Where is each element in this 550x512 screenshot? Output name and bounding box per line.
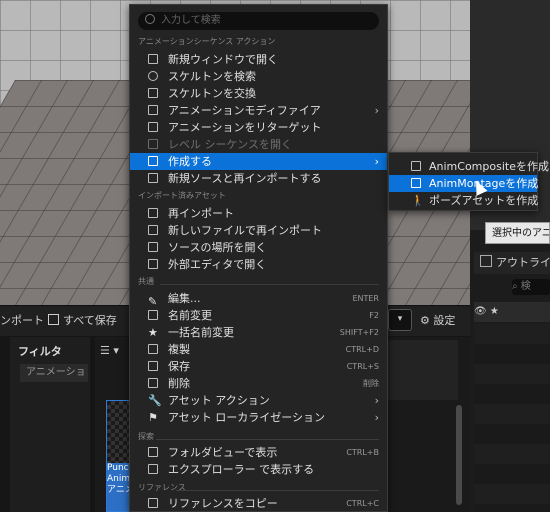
modifier-icon: [148, 105, 158, 115]
outliner-tab[interactable]: アウトライナ: [474, 252, 550, 274]
left-strip: [0, 337, 10, 512]
explorer-icon: [148, 464, 158, 474]
section-common: 共通: [138, 277, 154, 286]
reimport-icon: [148, 173, 158, 183]
divider: [160, 284, 379, 285]
settings-button[interactable]: ⚙ 設定: [420, 312, 455, 328]
folder-icon: [148, 242, 158, 252]
scrollbar[interactable]: [456, 405, 462, 505]
save-icon: [48, 314, 59, 325]
pose-icon: 🚶: [411, 194, 425, 207]
level-sequence-icon: [148, 139, 158, 149]
menu-reimport-new-file[interactable]: 新しいファイルで再インポート: [130, 222, 387, 239]
outliner-icon: [480, 255, 492, 267]
outliner-rows: [474, 324, 550, 512]
asset-tile-faded[interactable]: [388, 340, 458, 400]
window-icon: [148, 54, 158, 64]
menu-replace-skeleton[interactable]: スケルトンを交換: [130, 85, 387, 102]
trash-icon: [148, 378, 158, 388]
create-icon: [148, 156, 158, 166]
menu-create[interactable]: 作成する ›: [130, 153, 387, 170]
asset-context-menu: 入力して検索 アニメーションシーケンス アクション 新規ウィンドウで開く スケル…: [129, 4, 388, 512]
chevron-right-icon: ›: [374, 104, 379, 117]
submenu-anim-composite[interactable]: AnimCompositeを作成: [389, 158, 549, 175]
chevron-right-icon: ›: [374, 394, 379, 407]
flag-icon: ⚑: [148, 411, 158, 424]
menu-edit[interactable]: ✎ 編集... ENTER: [130, 290, 387, 308]
anim-montage-icon: [411, 178, 421, 188]
duplicate-icon: [148, 344, 158, 354]
menu-copy-reference[interactable]: リファレンスをコピー CTRL+C: [130, 495, 387, 512]
skeleton-icon: [148, 88, 158, 98]
external-editor-icon: [148, 259, 158, 269]
anim-composite-icon: [411, 161, 421, 171]
menu-show-in-folder-view[interactable]: フォルダビューで表示 CTRL+B: [130, 444, 387, 461]
chevron-right-icon: ›: [374, 155, 379, 168]
menu-asset-localization[interactable]: ⚑ アセット ローカライゼーション ›: [130, 409, 387, 426]
skeleton-search-icon: [148, 71, 158, 81]
star-icon: ★: [148, 326, 158, 339]
rename-icon: [148, 310, 158, 320]
create-submenu: AnimCompositeを作成 AnimMontageを作成 🚶 ポーズアセット…: [388, 152, 549, 211]
menu-asset-actions[interactable]: 🔧 アセット アクション ›: [130, 392, 387, 409]
submenu-pose-asset[interactable]: 🚶 ポーズアセットを作成: [389, 192, 538, 209]
outliner-search-input[interactable]: ⌕ 検: [512, 279, 550, 295]
menu-open-new-window[interactable]: 新規ウィンドウで開く: [130, 51, 387, 68]
menu-find-skeleton[interactable]: スケルトンを検索: [130, 68, 387, 85]
menu-open-level-sequence: レベル シーケンスを開く: [130, 136, 387, 153]
pencil-icon: ✎: [148, 295, 158, 308]
section-explore: 探索: [138, 432, 154, 441]
menu-open-source-location[interactable]: ソースの場所を開く: [130, 239, 387, 256]
menu-reimport-new-source[interactable]: 新規ソースと再インポートする: [130, 170, 387, 187]
retarget-icon: [148, 122, 158, 132]
menu-duplicate[interactable]: 複製 CTRL+D: [130, 341, 387, 358]
divider: [176, 490, 379, 491]
gear-icon: ⚙: [420, 314, 434, 327]
copy-icon: [148, 498, 158, 508]
divider: [156, 439, 379, 440]
import-button[interactable]: ンポート: [0, 312, 44, 328]
save-icon: [148, 361, 158, 371]
menu-search-input[interactable]: 入力して検索: [138, 12, 379, 30]
submenu-anim-montage[interactable]: AnimMontageを作成: [389, 175, 538, 192]
chevron-down-icon: ▾: [397, 314, 403, 324]
filter-title: フィルタ: [18, 345, 62, 358]
folder-view-icon: [148, 447, 158, 457]
menu-open-external-editor[interactable]: 外部エディタで開く: [130, 256, 387, 273]
menu-save[interactable]: 保存 CTRL+S: [130, 358, 387, 375]
menu-delete[interactable]: 削除 削除: [130, 375, 387, 392]
chevron-right-icon: ›: [374, 411, 379, 424]
menu-reimport[interactable]: 再インポート: [130, 205, 387, 222]
reimport-file-icon: [148, 225, 158, 235]
reimport-icon: [148, 208, 158, 218]
menu-retarget[interactable]: アニメーションをリターゲット: [130, 119, 387, 136]
save-all-button[interactable]: すべて保存: [48, 312, 117, 328]
tooltip: 選択中のアニメ: [485, 222, 550, 244]
eye-icon[interactable]: 👁: [474, 306, 487, 317]
section-reimport: インポート済みアセット: [138, 191, 226, 200]
search-icon: [145, 14, 155, 24]
wrench-icon: 🔧: [148, 394, 162, 407]
menu-anim-modifier[interactable]: アニメーションモディファイア ›: [130, 102, 387, 119]
outliner-header: 👁 ★: [474, 302, 550, 322]
section-references: リファレンス: [138, 483, 186, 492]
menu-show-in-explorer[interactable]: エクスプローラー で表示する: [130, 461, 387, 478]
filter-item[interactable]: アニメーショ: [20, 364, 88, 382]
asset-thumbnail: [107, 401, 131, 463]
search-icon: ⌕: [512, 281, 521, 292]
view-dropdown[interactable]: ▾: [388, 309, 412, 331]
filter-menu-button[interactable]: ☰ ▾: [100, 344, 119, 357]
menu-bulk-rename[interactable]: ★ 一括名前変更 SHIFT+F2: [130, 324, 387, 341]
menu-rename[interactable]: 名前変更 F2: [130, 307, 387, 324]
section-animation-sequence: アニメーションシーケンス アクション: [138, 37, 276, 46]
asset-label: Punc Anim アニメ: [107, 463, 131, 511]
star-icon[interactable]: ★: [490, 306, 499, 317]
